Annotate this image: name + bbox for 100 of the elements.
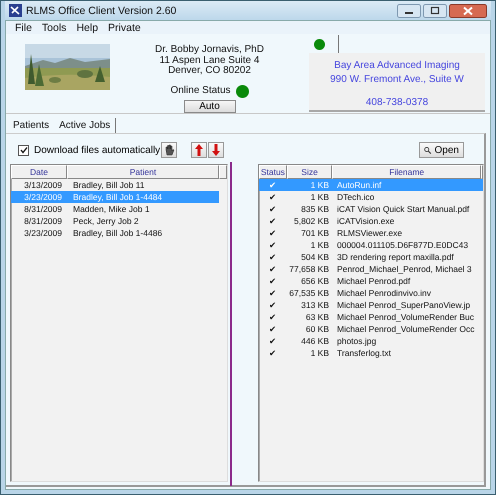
auto-button[interactable]: Auto [184, 100, 236, 113]
filename-cell-text: photos.jpg [336, 335, 378, 347]
date-cell-text: 8/31/2009 [23, 203, 63, 215]
size-cell-text: 1 KB [310, 347, 330, 359]
status-cell-text: ✔ [268, 311, 278, 323]
status-cell-text: ✔ [268, 287, 278, 299]
patient-cell-text: Bradley, Bill Job 1-4486 [72, 227, 164, 239]
move-down-button[interactable] [208, 142, 224, 158]
size-cell-text: 77,658 KB [288, 263, 330, 275]
file-row[interactable]: ✔ 1 KB 000004.011105.D6F877D.E0DC43 [259, 239, 483, 251]
file-row[interactable]: ✔ 67,535 KB Michael Penrodinvivo.inv [259, 287, 483, 299]
file-row[interactable]: ✔ 313 KB Michael Penrod_SuperPanoView.jp [259, 299, 483, 311]
status-cell-text: ✔ [268, 251, 278, 263]
size-cell-text: 63 KB [304, 311, 330, 323]
size-cell-text: 67,535 KB [288, 287, 330, 299]
status-cell: ✔ [259, 179, 287, 191]
status-cell-text: ✔ [268, 191, 278, 203]
status-cell-text: ✔ [268, 239, 278, 251]
file-row[interactable]: ✔ 77,658 KB Penrod_Michael_Penrod, Michael 3 [259, 263, 483, 275]
filename-cell-text: Michael Penrod_VolumeRender Buc [336, 311, 476, 323]
status-cell-text: ✔ [268, 275, 278, 287]
close-icon[interactable] [449, 4, 487, 18]
open-button[interactable]: Open [419, 142, 464, 158]
patient-cell-text: Bradley, Bill Job 11 [72, 179, 146, 191]
job-row[interactable]: 8/31/2009 Peck, Jerry Job 2 [11, 215, 219, 227]
file-row[interactable]: ✔ 5,802 KB iCATVision.exe [259, 215, 483, 227]
status-cell-text: ✔ [268, 347, 278, 359]
minimize-icon[interactable] [397, 4, 421, 18]
filename-cell-text: 000004.011105.D6F877D.E0DC43 [336, 239, 470, 251]
column-header[interactable]: Date [11, 165, 67, 179]
job-row[interactable]: 3/23/2009 Bradley, Bill Job 1-4486 [11, 227, 219, 239]
date-cell-text: 3/13/2009 [23, 179, 63, 191]
tab[interactable]: Patients [8, 118, 54, 133]
app-icon [9, 4, 22, 17]
maximize-icon[interactable] [423, 4, 447, 18]
size-cell-text: 60 KB [304, 323, 330, 335]
filename-cell-text: Michael Penrodinvivo.inv [336, 287, 432, 299]
date-cell: 3/23/2009 [11, 191, 67, 203]
status-cell-text: ✔ [268, 299, 278, 311]
file-row[interactable]: ✔ 446 KB photos.jpg [259, 335, 483, 347]
column-header[interactable]: Filename [332, 165, 481, 179]
menu-item[interactable]: Private [103, 22, 146, 34]
menu-item[interactable]: File [10, 22, 37, 34]
filename-cell-text: iCAT Vision Quick Start Manual.pdf [336, 203, 470, 215]
column-header[interactable]: Status [259, 165, 287, 179]
lab-phone: 408-738-0378 [366, 96, 428, 110]
date-cell-text: 3/23/2009 [23, 227, 63, 239]
arrow-down-icon [212, 144, 220, 156]
size-cell-text: 835 KB [300, 203, 330, 215]
column-header[interactable]: Size [286, 165, 332, 179]
size-cell-text: 504 KB [300, 251, 330, 263]
status-cell-text: ✔ [268, 263, 278, 275]
size-cell-text: 5,802 KB [293, 215, 330, 227]
file-row[interactable]: ✔ 63 KB Michael Penrod_VolumeRender Buc [259, 311, 483, 323]
status-cell-text: ✔ [268, 215, 278, 227]
job-row[interactable]: 8/31/2009 Madden, Mike Job 1 [11, 203, 219, 215]
checkbox[interactable] [18, 144, 29, 156]
lab-name: Bay Area Advanced Imaging [334, 59, 460, 73]
size-cell-text: 313 KB [300, 299, 330, 311]
filename-cell-text: Michael Penrod_VolumeRender Occ [336, 323, 476, 335]
patient-cell-text: Peck, Jerry Job 2 [72, 215, 140, 227]
doctor-name: Dr. Bobby Jornavis, PhD [155, 45, 264, 56]
file-row[interactable]: ✔ 60 KB Michael Penrod_VolumeRender Occ [259, 323, 483, 335]
file-row[interactable]: ✔ 1 KB DTech.ico [259, 191, 483, 203]
status-cell-text: ✔ [268, 203, 278, 215]
file-row[interactable]: ✔ 701 KB RLMSViewer.exe [259, 227, 483, 239]
hand-button[interactable] [161, 142, 177, 158]
status-cell-text: ✔ [268, 335, 278, 347]
hand-icon [164, 144, 174, 156]
filename-cell-text: RLMSViewer.exe [336, 227, 404, 239]
search-icon [424, 144, 432, 156]
filename-cell-text: Transferlog.txt [336, 347, 392, 359]
file-row[interactable]: ✔ 1 KB Transferlog.txt [259, 347, 483, 359]
lab-address: 990 W. Fremont Ave., Suite W [330, 73, 464, 87]
checkbox-label: Download files automatically [34, 144, 160, 156]
file-row[interactable]: ✔ 835 KB iCAT Vision Quick Start Manual.pdf [259, 203, 483, 215]
file-row[interactable]: ✔ 656 KB Michael Penrod.pdf [259, 275, 483, 287]
status-label: Online Status [170, 86, 231, 96]
menu-item[interactable]: Tools [36, 22, 72, 34]
window-title: RLMS Office Client Version 2.60 [26, 4, 178, 16]
move-up-button[interactable] [191, 142, 207, 158]
size-cell-text: 1 KB [310, 191, 330, 203]
job-row[interactable]: 3/13/2009 Bradley, Bill Job 11 [11, 179, 219, 191]
menu-item[interactable]: Help [71, 22, 104, 34]
status-cell-text: ✔ [268, 323, 278, 335]
filename-cell: AutoRun.inf [333, 179, 483, 191]
size-cell-text: 701 KB [300, 227, 330, 239]
arrow-up-icon [195, 144, 203, 156]
filename-cell-text: 3D rendering report maxilla.pdf [336, 251, 455, 263]
filename-cell-text: iCATVision.exe [336, 215, 396, 227]
patient-cell: Bradley, Bill Job 1-4484 [67, 191, 219, 203]
file-row[interactable]: ✔ 504 KB 3D rendering report maxilla.pdf [259, 251, 483, 263]
status-cell-text: ✔ [268, 227, 278, 239]
doctor-address: 11 Aspen Lane Suite 4 [160, 56, 260, 66]
filename-cell-text: Penrod_Michael_Penrod, Michael 3 [336, 263, 473, 275]
size-cell: 1 KB [287, 179, 333, 191]
size-cell-text: 656 KB [300, 275, 330, 287]
date-cell-text: 8/31/2009 [23, 215, 63, 227]
column-header[interactable]: Patient [67, 165, 219, 179]
filename-cell-text: Michael Penrod_SuperPanoView.jp [336, 299, 472, 311]
